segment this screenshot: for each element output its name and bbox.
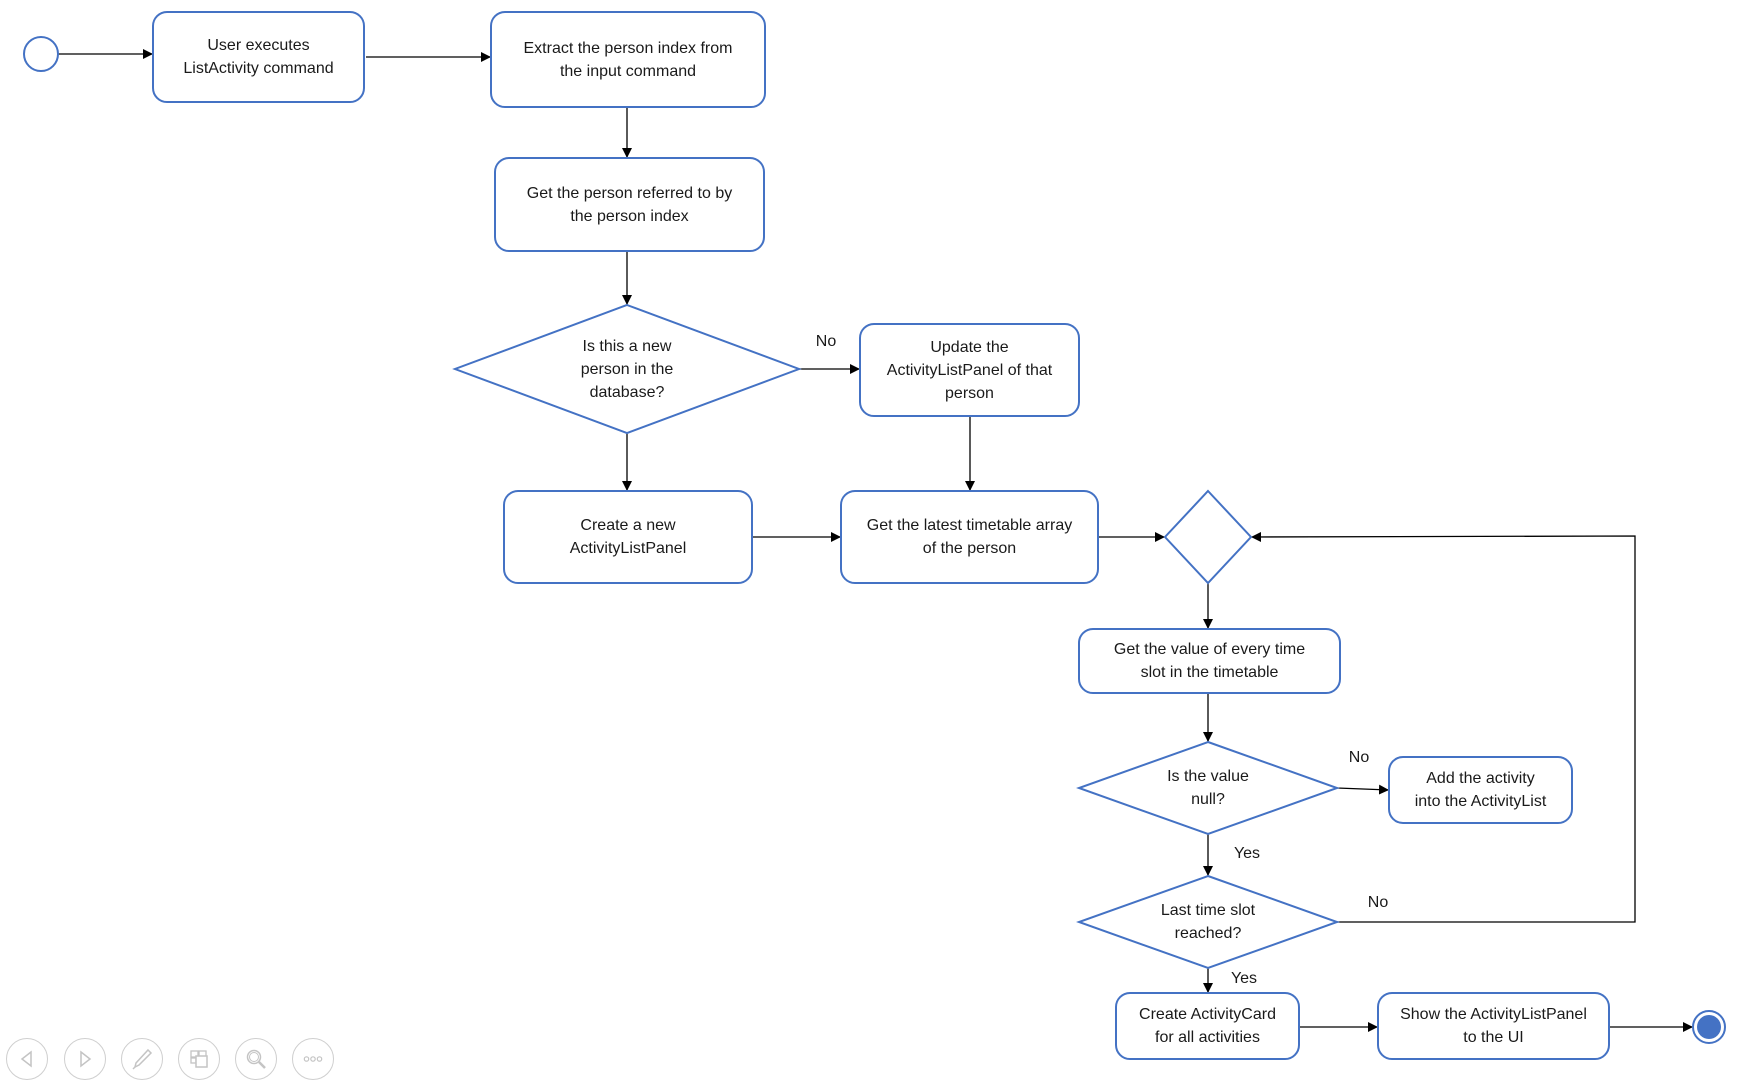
- edge-label-no: No: [1348, 749, 1370, 766]
- pen-button[interactable]: [121, 1038, 163, 1080]
- end-node[interactable]: [1692, 1010, 1726, 1044]
- slides-button[interactable]: [178, 1038, 220, 1080]
- next-button[interactable]: [64, 1038, 106, 1080]
- decision-is-null[interactable]: [1076, 740, 1340, 836]
- action-extract-index[interactable]: [490, 11, 766, 108]
- more-options-icon: [300, 1046, 326, 1072]
- pen-icon: [129, 1046, 155, 1072]
- flowchart-canvas: [23, 11, 1726, 1060]
- triangle-left-icon: [14, 1046, 40, 1072]
- action-get-person[interactable]: [494, 157, 765, 252]
- action-create-panel[interactable]: [503, 490, 753, 584]
- action-get-timetable[interactable]: [840, 490, 1099, 584]
- action-show-panel[interactable]: [1377, 992, 1610, 1060]
- more-button[interactable]: [292, 1038, 334, 1080]
- action-update-panel[interactable]: [859, 323, 1080, 417]
- edge-label-no: No: [815, 333, 837, 350]
- action-add-activity[interactable]: [1388, 756, 1573, 824]
- magnifier-icon: [243, 1046, 269, 1072]
- decision-merge[interactable]: [1163, 489, 1253, 585]
- connector-last-slot-to-merge: [1250, 531, 1636, 923]
- action-user-executes[interactable]: [152, 11, 365, 103]
- decision-last-slot[interactable]: [1076, 874, 1340, 970]
- zoom-button[interactable]: [235, 1038, 277, 1080]
- action-create-cards[interactable]: [1115, 992, 1300, 1060]
- edge-label-yes: Yes: [1230, 970, 1258, 987]
- triangle-right-icon: [72, 1046, 98, 1072]
- action-get-slot-value[interactable]: [1078, 628, 1341, 694]
- start-node[interactable]: [23, 36, 59, 72]
- slides-icon: [186, 1046, 212, 1072]
- connector-is-null-to-add-activity: [1336, 784, 1390, 795]
- edge-label-yes: Yes: [1233, 845, 1261, 862]
- previous-button[interactable]: [6, 1038, 48, 1080]
- decision-is-new-person[interactable]: [452, 303, 802, 435]
- edge-label-no: No: [1367, 894, 1389, 911]
